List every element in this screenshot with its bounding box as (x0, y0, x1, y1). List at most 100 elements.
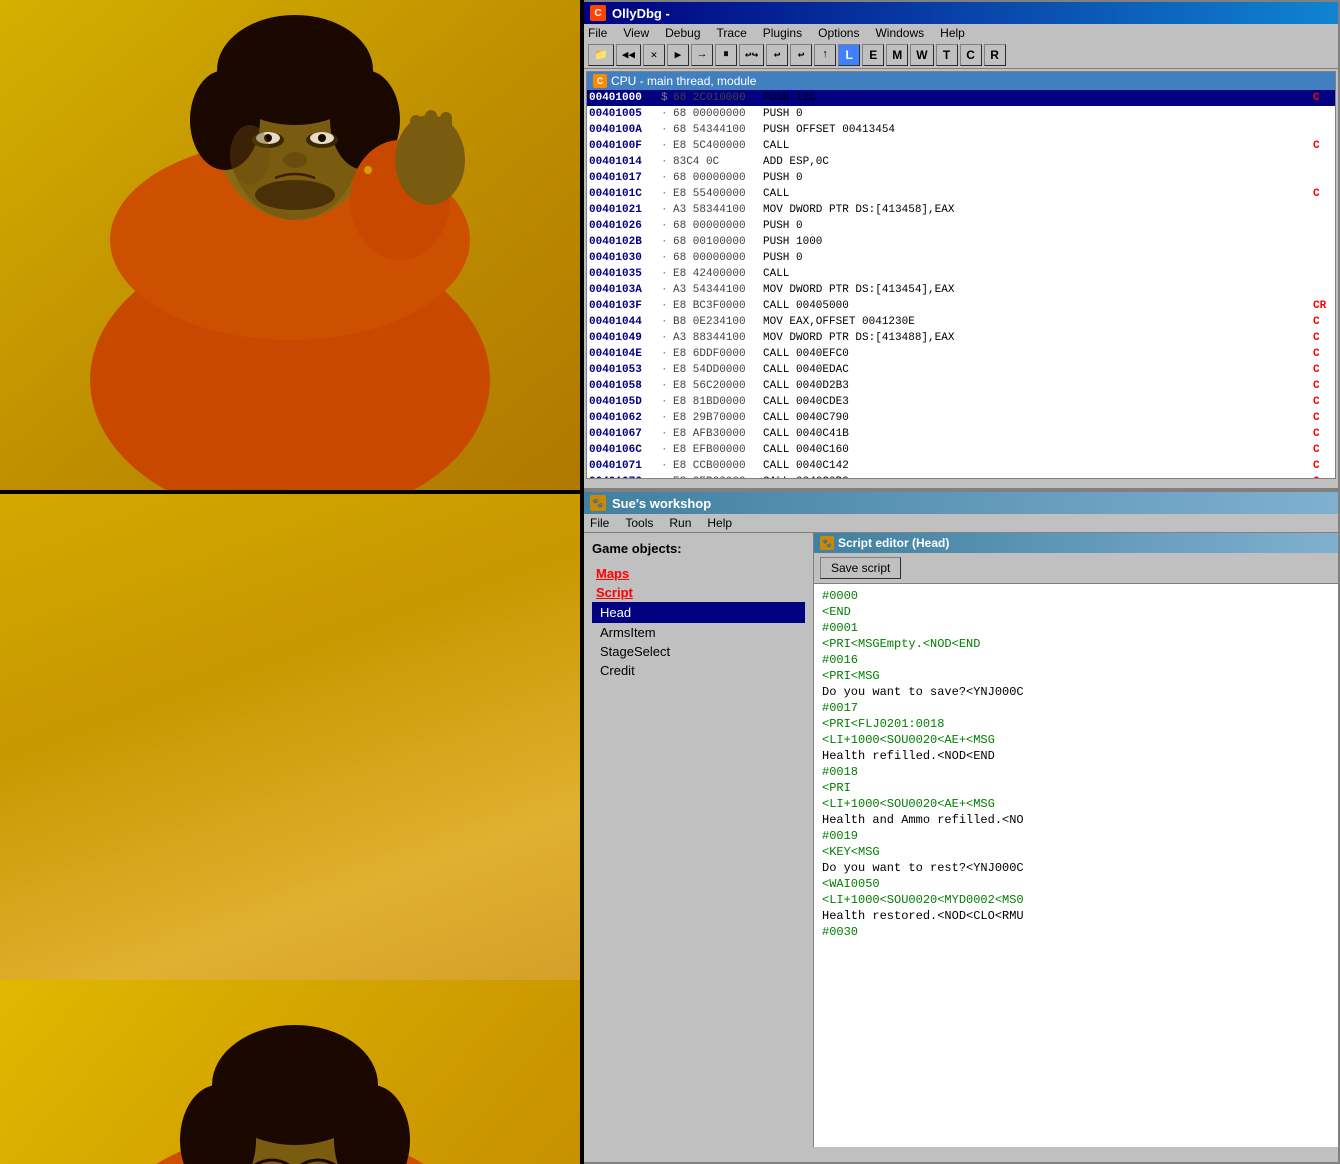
asm-row[interactable]: 0040103F · E8 BC3F0000 CALL 00405000 CR (587, 298, 1335, 314)
script-line: #0019 (822, 828, 1330, 844)
toolbar-T[interactable]: T (936, 44, 958, 66)
menu-options[interactable]: Options (818, 26, 859, 40)
asm-row[interactable]: 00401049 · A3 88344100 MOV DWORD PTR DS:… (587, 330, 1335, 346)
asm-flag: · (661, 411, 673, 425)
script-line: <LI+1000<SOU0020<AE+<MSG (822, 732, 1330, 748)
script-line: <END (822, 604, 1330, 620)
asm-instruction: PUSH OFFSET 00413454 (763, 123, 1313, 137)
game-objects-stageselect[interactable]: StageSelect (592, 642, 805, 661)
menu-help-ws[interactable]: Help (707, 516, 732, 530)
asm-flag: · (661, 251, 673, 265)
script-line: <KEY<MSG (822, 844, 1330, 860)
asm-row[interactable]: 00401062 · E8 29B70000 CALL 0040C790 C (587, 410, 1335, 426)
asm-row[interactable]: 00401014 · 83C4 0C ADD ESP,0C (587, 154, 1335, 170)
menu-trace[interactable]: Trace (717, 26, 747, 40)
game-objects-credit[interactable]: Credit (592, 661, 805, 680)
asm-row[interactable]: 0040102B · 68 00100000 PUSH 1000 (587, 234, 1335, 250)
asm-address: 00401017 (589, 171, 661, 185)
asm-row[interactable]: 00401053 · E8 54DD0000 CALL 0040EDAC C (587, 362, 1335, 378)
asm-address: 00401035 (589, 267, 661, 281)
script-line: <LI+1000<SOU0020<AE+<MSG (822, 796, 1330, 812)
asm-row[interactable]: 00401058 · E8 56C20000 CALL 0040D2B3 C (587, 378, 1335, 394)
asm-row[interactable]: 00401021 · A3 58344100 MOV DWORD PTR DS:… (587, 202, 1335, 218)
ollydbg-menubar[interactable]: File View Debug Trace Plugins Options Wi… (584, 24, 1338, 42)
menu-tools-ws[interactable]: Tools (625, 516, 653, 530)
asm-row[interactable]: 0040101C · E8 55400000 CALL C (587, 186, 1335, 202)
toolbar-step1[interactable]: ↩↪ (739, 44, 764, 66)
asm-row[interactable]: 0040103A · A3 54344100 MOV DWORD PTR DS:… (587, 282, 1335, 298)
game-objects-maps[interactable]: Maps (592, 564, 805, 583)
toolbar-R[interactable]: R (984, 44, 1006, 66)
asm-row[interactable]: 0040106C · E8 EFB00000 CALL 0040C160 C (587, 442, 1335, 458)
asm-row[interactable]: 00401000 $ 68 2C010000 PUSH 12C C (587, 90, 1335, 106)
asm-flag: $ (661, 91, 673, 105)
asm-row[interactable]: 00401030 · 68 00000000 PUSH 0 (587, 250, 1335, 266)
asm-instruction: CALL (763, 139, 1313, 153)
asm-instruction: CALL 0040EDAC (763, 363, 1313, 377)
toolbar-step2[interactable]: ↩ (766, 44, 788, 66)
asm-row[interactable]: 0040100F · E8 5C400000 CALL C (587, 138, 1335, 154)
workshop-titlebar: 🐾 Sue's workshop (584, 492, 1338, 514)
toolbar-close[interactable]: ✕ (643, 44, 665, 66)
asm-comment: C (1313, 187, 1333, 201)
menu-plugins[interactable]: Plugins (763, 26, 802, 40)
menu-debug[interactable]: Debug (665, 26, 700, 40)
menu-file-ws[interactable]: File (590, 516, 609, 530)
asm-row[interactable]: 00401017 · 68 00000000 PUSH 0 (587, 170, 1335, 186)
save-script-button[interactable]: Save script (820, 557, 901, 579)
menu-help[interactable]: Help (940, 26, 965, 40)
asm-row[interactable]: 00401005 · 68 00000000 PUSH 0 (587, 106, 1335, 122)
asm-flag: · (661, 299, 673, 313)
asm-row[interactable]: 00401026 · 68 00000000 PUSH 0 (587, 218, 1335, 234)
asm-row[interactable]: 00401035 · E8 42400000 CALL (587, 266, 1335, 282)
asm-instruction: CALL 0040C142 (763, 459, 1313, 473)
toolbar-L[interactable]: L (838, 44, 860, 66)
cpu-content[interactable]: 00401000 $ 68 2C010000 PUSH 12C C 004010… (587, 90, 1335, 478)
toolbar-step-into[interactable]: → (691, 44, 713, 66)
asm-instruction: PUSH 12C (763, 91, 1313, 105)
asm-flag: · (661, 235, 673, 249)
game-objects-script[interactable]: Script (592, 583, 805, 602)
script-line: #0000 (822, 588, 1330, 604)
asm-row[interactable]: 00401071 · E8 CCB00000 CALL 0040C142 C (587, 458, 1335, 474)
asm-instruction: CALL 0040C160 (763, 443, 1313, 457)
asm-instruction: PUSH 0 (763, 219, 1313, 233)
script-line: <PRI (822, 780, 1330, 796)
toolbar-run[interactable]: ▶ (667, 44, 689, 66)
toolbar-step3[interactable]: ↩ (790, 44, 812, 66)
menu-file[interactable]: File (588, 26, 607, 40)
toolbar-C[interactable]: C (960, 44, 982, 66)
asm-bytes: E8 29B70000 (673, 411, 763, 425)
ollydbg-title: OllyDbg - (612, 6, 670, 21)
script-content[interactable]: #0000<END#0001<PRI<MSGEmpty.<NOD<END#001… (814, 584, 1338, 1147)
asm-row[interactable]: 00401044 · B8 0E234100 MOV EAX,OFFSET 00… (587, 314, 1335, 330)
toolbar-M[interactable]: M (886, 44, 908, 66)
game-objects-head[interactable]: Head (592, 602, 805, 623)
asm-flag: · (661, 219, 673, 233)
toolbar-E[interactable]: E (862, 44, 884, 66)
game-objects-title: Game objects: (592, 541, 805, 556)
menu-run-ws[interactable]: Run (669, 516, 691, 530)
toolbar-up[interactable]: ↑ (814, 44, 836, 66)
asm-comment: C (1313, 459, 1333, 473)
asm-instruction: MOV DWORD PTR DS:[413454],EAX (763, 283, 1313, 297)
menu-windows[interactable]: Windows (875, 26, 924, 40)
asm-bytes: E8 BC3F0000 (673, 299, 763, 313)
workshop-menubar[interactable]: File Tools Run Help (584, 514, 1338, 533)
game-objects-armsitem[interactable]: ArmsItem (592, 623, 805, 642)
asm-instruction: MOV EAX,OFFSET 0041230E (763, 315, 1313, 329)
asm-row[interactable]: 00401076 · E8 3EB00000 CALL 0040C0B9 C (587, 474, 1335, 478)
asm-row[interactable]: 00401067 · E8 AFB30000 CALL 0040C41B C (587, 426, 1335, 442)
asm-comment: CR (1313, 299, 1333, 313)
asm-flag: · (661, 139, 673, 153)
toolbar-pause[interactable]: ⏸ (715, 44, 737, 66)
asm-bytes: E8 42400000 (673, 267, 763, 281)
toolbar-W[interactable]: W (910, 44, 933, 66)
toolbar-rewind[interactable]: ◀◀ (616, 44, 641, 66)
asm-row[interactable]: 0040104E · E8 6DDF0000 CALL 0040EFC0 C (587, 346, 1335, 362)
asm-row[interactable]: 0040100A · 68 54344100 PUSH OFFSET 00413… (587, 122, 1335, 138)
asm-row[interactable]: 0040105D · E8 81BD0000 CALL 0040CDE3 C (587, 394, 1335, 410)
asm-flag: · (661, 363, 673, 377)
menu-view[interactable]: View (623, 26, 649, 40)
toolbar-open[interactable]: 📁 (588, 44, 614, 66)
